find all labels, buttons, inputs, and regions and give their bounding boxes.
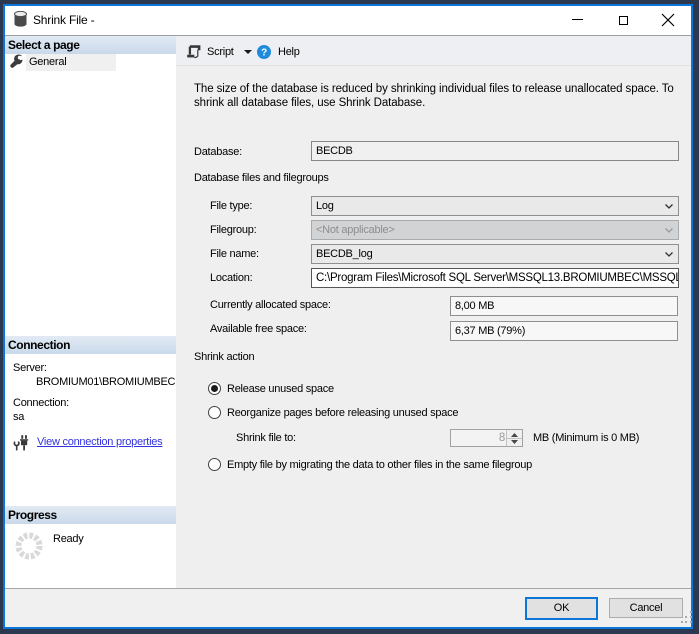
svg-text:?: ?: [261, 48, 267, 59]
